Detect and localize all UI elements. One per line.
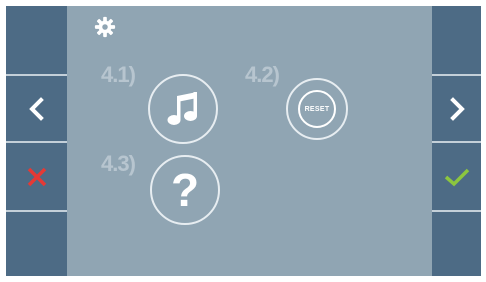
help-button[interactable]: ? xyxy=(150,155,220,225)
reset-label: RESET xyxy=(304,105,330,113)
option-number-4-1: 4.1) xyxy=(101,62,136,87)
check-icon xyxy=(444,168,469,186)
option-number-4-3: 4.3) xyxy=(101,151,136,176)
question-mark-icon: ? xyxy=(170,164,200,216)
gear-icon xyxy=(94,16,116,38)
ringtone-button[interactable] xyxy=(148,74,218,144)
chevron-left-icon xyxy=(28,96,44,121)
music-note-icon xyxy=(167,92,197,125)
settings-screen: 4.1) 4.2) RESET 4.3) ? xyxy=(6,6,481,276)
close-icon xyxy=(27,167,46,186)
option-number-4-2: 4.2) xyxy=(245,62,280,87)
next-button[interactable] xyxy=(432,76,481,141)
chevron-right-icon xyxy=(449,96,465,121)
right-empty-slot-bottom xyxy=(432,212,481,276)
right-empty-slot-top xyxy=(432,6,481,74)
confirm-button[interactable] xyxy=(432,143,481,210)
previous-button[interactable] xyxy=(6,76,67,141)
left-empty-slot-bottom xyxy=(6,212,67,276)
left-empty-slot-top xyxy=(6,6,67,74)
left-sidebar xyxy=(6,6,67,276)
reset-icon: RESET xyxy=(298,90,336,128)
reset-button[interactable]: RESET xyxy=(286,78,348,140)
right-sidebar xyxy=(432,6,481,276)
cancel-button[interactable] xyxy=(6,143,67,210)
main-panel: 4.1) 4.2) RESET 4.3) ? xyxy=(67,6,432,276)
